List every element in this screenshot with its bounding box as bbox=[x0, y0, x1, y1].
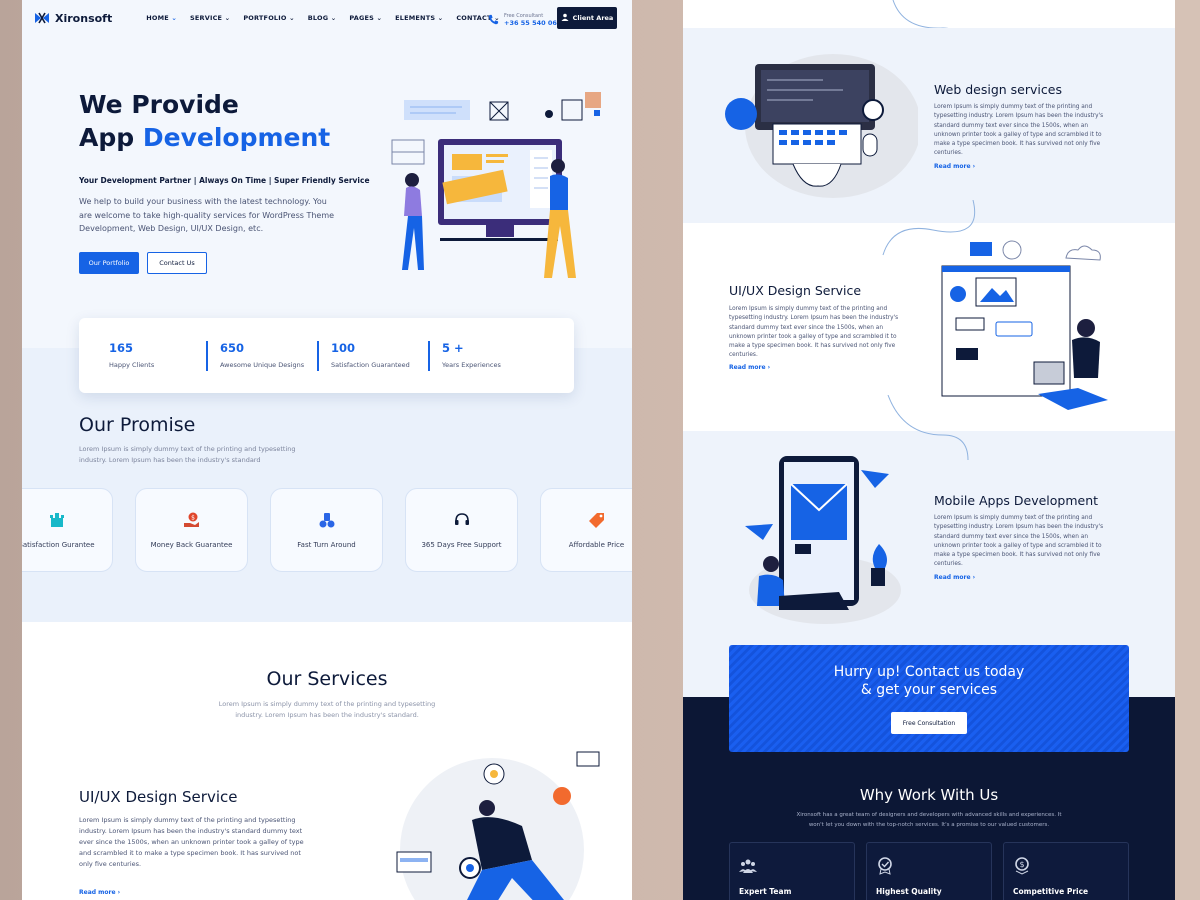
phone-contact[interactable]: Free Consultant +36 55 540 069 bbox=[488, 10, 561, 29]
contact-us-button[interactable]: Contact Us bbox=[147, 252, 207, 274]
logo-text: Xironsoft bbox=[55, 11, 113, 25]
satisfaction-icon bbox=[48, 511, 66, 529]
svg-text:$: $ bbox=[1019, 860, 1024, 869]
logo-x-icon bbox=[34, 12, 50, 24]
user-icon bbox=[561, 13, 569, 23]
uiux-illustration bbox=[372, 740, 622, 900]
services-title: Our Services bbox=[266, 668, 388, 690]
phone-icon bbox=[488, 10, 499, 29]
fast-turnaround-icon bbox=[318, 511, 336, 529]
menu-item-portfolio[interactable]: PORTFOLIO ⌄ bbox=[243, 14, 294, 22]
price-tag-icon bbox=[588, 511, 606, 529]
why-title: Why Work With Us bbox=[859, 786, 999, 804]
promise-cards: Satisfaction Gurantee $ Money Back Guara… bbox=[22, 488, 632, 572]
mobile-title: Mobile Apps Development bbox=[934, 493, 1099, 508]
menu-item-elements[interactable]: ELEMENTS ⌄ bbox=[395, 14, 443, 22]
services-description: Lorem Ipsum is simply dummy text of the … bbox=[218, 700, 436, 719]
main-menu: HOME ⌄ SERVICE ⌄ PORTFOLIO ⌄ BLOG ⌄ PAGE… bbox=[146, 14, 500, 22]
quality-badge-icon bbox=[876, 857, 894, 875]
why-card-highest-quality[interactable]: Highest Quality bbox=[866, 842, 992, 900]
service-uiux-title: UI/UX Design Service bbox=[79, 788, 238, 806]
hero-description: We help to build your business with the … bbox=[79, 197, 335, 233]
hero-illustration bbox=[362, 88, 602, 283]
service-uiux-description: Lorem Ipsum is simply dummy text of the … bbox=[79, 816, 304, 868]
hero-subtitle: Your Development Partner | Always On Tim… bbox=[79, 176, 370, 185]
promise-card-free-support[interactable]: 365 Days Free Support bbox=[405, 488, 518, 572]
menu-item-blog[interactable]: BLOG ⌄ bbox=[308, 14, 337, 22]
uiux-read-more-link[interactable]: Read more › bbox=[729, 364, 770, 371]
contact-cta-banner: Hurry up! Contact us today & get your se… bbox=[729, 645, 1129, 752]
why-card-expert-team[interactable]: Expert Team bbox=[729, 842, 855, 900]
web-design-title: Web design services bbox=[934, 82, 1062, 97]
uiux-description: Lorem Ipsum is simply dummy text of the … bbox=[729, 306, 899, 359]
mobile-read-more-link[interactable]: Read more › bbox=[934, 574, 975, 581]
promise-card-affordable-price[interactable]: Affordable Price bbox=[540, 488, 632, 572]
cta-heading: Hurry up! Contact us today & get your se… bbox=[833, 664, 1025, 698]
web-design-description: Lorem Ipsum is simply dummy text of the … bbox=[934, 104, 1104, 157]
free-consultation-button[interactable]: Free Consultation bbox=[891, 712, 967, 734]
web-design-illustration bbox=[725, 54, 918, 198]
logo[interactable]: Xironsoft bbox=[34, 12, 112, 25]
headset-icon bbox=[453, 511, 471, 529]
why-card-competitive-price[interactable]: $ Competitive Price bbox=[1003, 842, 1129, 900]
left-page-preview: Xironsoft HOME ⌄ SERVICE ⌄ PORTFOLIO ⌄ B… bbox=[22, 0, 632, 900]
mobile-illustration bbox=[745, 456, 901, 624]
hero-title: We Provide App Development bbox=[79, 90, 331, 152]
promise-description: Lorem Ipsum is simply dummy text of the … bbox=[79, 445, 296, 464]
top-navigation: Xironsoft HOME ⌄ SERVICE ⌄ PORTFOLIO ⌄ B… bbox=[22, 0, 632, 36]
team-icon bbox=[739, 857, 757, 875]
why-description: Xironsoft has a great team of designers … bbox=[796, 812, 1062, 828]
stat-unique-designs: 650 Awesome Unique Designs bbox=[206, 340, 331, 371]
menu-item-service[interactable]: SERVICE ⌄ bbox=[190, 14, 230, 22]
phone-number[interactable]: +36 55 540 069 bbox=[504, 19, 561, 27]
svg-text:$: $ bbox=[191, 515, 195, 522]
promise-card-fast-turnaround[interactable]: Fast Turn Around bbox=[270, 488, 383, 572]
promise-title: Our Promise bbox=[79, 414, 196, 436]
uiux-title: UI/UX Design Service bbox=[729, 283, 862, 298]
stat-years: 5 + Years Experiences bbox=[428, 340, 553, 371]
stats-panel: 165 Happy Clients 650 Awesome Unique Desig… bbox=[79, 318, 574, 393]
promise-card-money-back[interactable]: $ Money Back Guarantee bbox=[135, 488, 248, 572]
right-page-preview: Web design services Lorem Ipsum is simpl… bbox=[683, 0, 1175, 900]
web-design-read-more-link[interactable]: Read more › bbox=[934, 163, 975, 170]
stat-happy-clients: 165 Happy Clients bbox=[109, 340, 155, 369]
service-uiux-read-more-link[interactable]: Read more › bbox=[79, 889, 120, 896]
stat-divider bbox=[317, 340, 319, 371]
stat-divider bbox=[206, 340, 208, 371]
promise-card-satisfaction[interactable]: Satisfaction Gurantee bbox=[22, 488, 113, 572]
menu-item-home[interactable]: HOME ⌄ bbox=[146, 14, 177, 22]
our-portfolio-button[interactable]: Our Portfolio bbox=[79, 252, 139, 274]
menu-item-pages[interactable]: PAGES ⌄ bbox=[349, 14, 382, 22]
uiux-illustration bbox=[941, 240, 1108, 410]
client-area-button[interactable]: Client Area bbox=[557, 7, 617, 29]
stat-satisfaction: 100 Satisfaction Guaranteed bbox=[317, 340, 442, 371]
mobile-description: Lorem Ipsum is simply dummy text of the … bbox=[934, 515, 1104, 568]
price-icon: $ bbox=[1013, 857, 1031, 875]
stat-divider bbox=[428, 340, 430, 371]
money-back-icon: $ bbox=[183, 511, 201, 529]
